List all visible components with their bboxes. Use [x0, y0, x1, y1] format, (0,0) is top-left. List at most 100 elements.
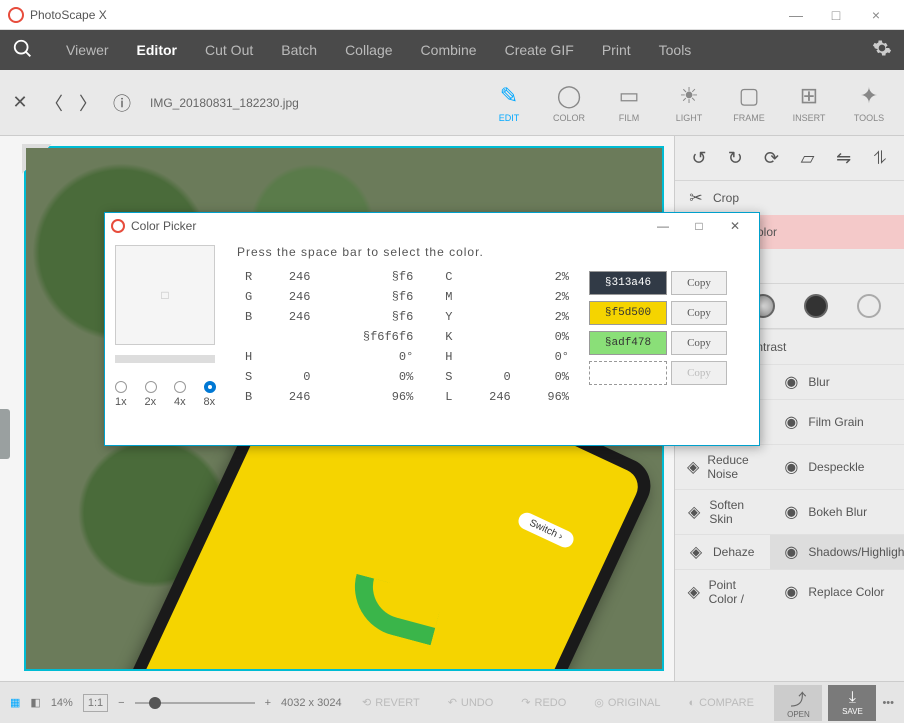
picker-zoom-slider[interactable]	[115, 355, 215, 363]
editor-toolbar: ✕ 〈 〉 ⓘ IMG_20180831_182230.jpg ✎EDIT◯CO…	[0, 70, 904, 136]
picker-minimize-button[interactable]: —	[645, 219, 681, 233]
top-tool-edit[interactable]: ✎EDIT	[482, 74, 536, 132]
menu-cutout[interactable]: Cut Out	[191, 30, 267, 70]
top-tool-light[interactable]: ☀LIGHT	[662, 74, 716, 132]
top-tool-insert[interactable]: ⊞INSERT	[782, 74, 836, 132]
main-menubar: Viewer Editor Cut Out Batch Collage Comb…	[0, 30, 904, 70]
app-logo-icon	[8, 7, 24, 23]
phone-button-pill: Switch ›	[515, 510, 576, 551]
adjust-bokeh-blur[interactable]: ◉Bokeh Blur	[770, 489, 904, 534]
prev-image-button[interactable]: 〈	[42, 91, 66, 115]
adjust-replace-color[interactable]: ◉Replace Color	[770, 569, 904, 614]
zoom-in-button[interactable]: +	[265, 697, 271, 709]
zoom-radio-2x[interactable]: 2x	[145, 381, 167, 408]
color-picker-titlebar[interactable]: Color Picker — □ ✕	[105, 213, 759, 239]
flip-v-icon[interactable]: ⥮	[866, 144, 894, 172]
window-maximize-button[interactable]: □	[816, 5, 856, 25]
crop-icon: ✂	[687, 189, 705, 207]
menu-tools[interactable]: Tools	[645, 30, 706, 70]
insert-icon: ⊞	[800, 83, 818, 109]
next-image-button[interactable]: 〉	[76, 91, 100, 115]
picker-preview-box: □	[115, 245, 215, 345]
settings-gear-icon[interactable]	[872, 38, 892, 63]
adjust-dehaze[interactable]: ◈Dehaze	[675, 534, 770, 569]
compare-split-icon[interactable]: ◧	[30, 696, 40, 709]
more-button[interactable]: •••	[882, 697, 894, 709]
fit-1to1-button[interactable]: 1:1	[83, 694, 108, 712]
left-panel-handle[interactable]	[0, 409, 10, 459]
menu-collage[interactable]: Collage	[331, 30, 406, 70]
picker-title-text: Color Picker	[131, 219, 196, 233]
filter-circle-3[interactable]	[804, 294, 828, 318]
swatch-2: §adf478	[589, 331, 667, 355]
adjust-soften-skin[interactable]: ◈Soften Skin	[675, 489, 770, 534]
compare-button[interactable]: ◐COMPARE	[688, 696, 753, 709]
adjust-icon: ◉	[782, 543, 800, 561]
app-title: PhotoScape X	[30, 8, 776, 22]
rotate-left-icon[interactable]: ↺	[685, 144, 713, 172]
rotate-right-icon[interactable]: ↻	[721, 144, 749, 172]
menu-print[interactable]: Print	[588, 30, 645, 70]
top-tool-film[interactable]: ▭FILM	[602, 74, 656, 132]
zoom-out-button[interactable]: −	[118, 697, 124, 709]
revert-button[interactable]: ⟲REVERT	[362, 696, 420, 709]
picker-maximize-button[interactable]: □	[681, 219, 717, 233]
zoom-slider[interactable]	[135, 702, 255, 704]
menu-viewer[interactable]: Viewer	[52, 30, 123, 70]
adjust-icon: ◈	[687, 543, 705, 561]
filter-circle-4[interactable]	[857, 294, 881, 318]
search-icon[interactable]	[12, 38, 36, 62]
swatch-empty	[589, 361, 667, 385]
save-button[interactable]: ⤓SAVE	[828, 685, 876, 721]
adjust-film-grain[interactable]: ◉Film Grain	[770, 399, 904, 444]
rotate-angle-icon[interactable]: ⟳	[757, 144, 785, 172]
close-file-button[interactable]: ✕	[8, 91, 32, 115]
open-button[interactable]: ⤴OPEN	[774, 685, 822, 721]
copy-swatch-1-button[interactable]: Copy	[671, 301, 727, 325]
zoom-percent[interactable]: 14%	[51, 697, 73, 709]
adjust-icon: ◉	[782, 583, 800, 601]
zoom-radio-8x[interactable]: 8x	[204, 381, 226, 408]
copy-swatch-2-button[interactable]: Copy	[671, 331, 727, 355]
tools-icon: ✦	[860, 83, 878, 109]
adjust-shadows-highlights[interactable]: ◉Shadows/Highlights	[770, 534, 904, 569]
copy-swatch-0-button[interactable]: Copy	[671, 271, 727, 295]
frame-icon: ▢	[739, 83, 760, 109]
adjust-reduce-noise[interactable]: ◈Reduce Noise	[675, 444, 770, 489]
adjust-icon: ◉	[782, 373, 800, 391]
light-icon: ☀	[679, 83, 699, 109]
film-icon: ▭	[619, 83, 640, 109]
straighten-icon[interactable]: ▱	[794, 144, 822, 172]
original-button[interactable]: ◎ORIGINAL	[594, 696, 660, 709]
flip-h-icon[interactable]: ⇋	[830, 144, 858, 172]
adjust-icon: ◈	[687, 503, 701, 521]
redo-button[interactable]: ↷REDO	[521, 696, 566, 709]
top-tool-frame[interactable]: ▢FRAME	[722, 74, 776, 132]
adjust-despeckle[interactable]: ◉Despeckle	[770, 444, 904, 489]
zoom-radio-1x[interactable]: 1x	[115, 381, 137, 408]
menu-creategif[interactable]: Create GIF	[491, 30, 588, 70]
crop-tool[interactable]: ✂Crop	[675, 181, 904, 215]
undo-button[interactable]: ↶UNDO	[448, 696, 494, 709]
adjust-icon: ◉	[782, 413, 800, 431]
menu-batch[interactable]: Batch	[267, 30, 331, 70]
top-tool-color[interactable]: ◯COLOR	[542, 74, 596, 132]
filename-label: IMG_20180831_182230.jpg	[150, 96, 299, 110]
top-tool-tools[interactable]: ✦TOOLS	[842, 74, 896, 132]
menu-combine[interactable]: Combine	[407, 30, 491, 70]
menu-editor[interactable]: Editor	[123, 30, 191, 70]
adjust-blur[interactable]: ◉Blur	[770, 364, 904, 399]
zoom-radio-4x[interactable]: 4x	[174, 381, 196, 408]
color-picker-window[interactable]: Color Picker — □ ✕ □ 1x 2x 4x 8x Press t…	[104, 212, 760, 446]
grid-toggle-icon[interactable]: ▦	[10, 696, 20, 709]
window-minimize-button[interactable]: —	[776, 5, 816, 25]
edit-icon: ✎	[500, 83, 518, 109]
picker-close-button[interactable]: ✕	[717, 219, 753, 233]
file-info-icon[interactable]: ⓘ	[110, 91, 134, 115]
window-titlebar: PhotoScape X — □ ×	[0, 0, 904, 30]
status-bar: ▦ ◧ 14% 1:1 − + 4032 x 3024 ⟲REVERT ↶UND…	[0, 681, 904, 723]
adjust-icon: ◈	[687, 583, 701, 601]
adjust-icon: ◉	[782, 503, 800, 521]
window-close-button[interactable]: ×	[856, 5, 896, 25]
adjust-point-color-[interactable]: ◈Point Color /	[675, 569, 770, 614]
